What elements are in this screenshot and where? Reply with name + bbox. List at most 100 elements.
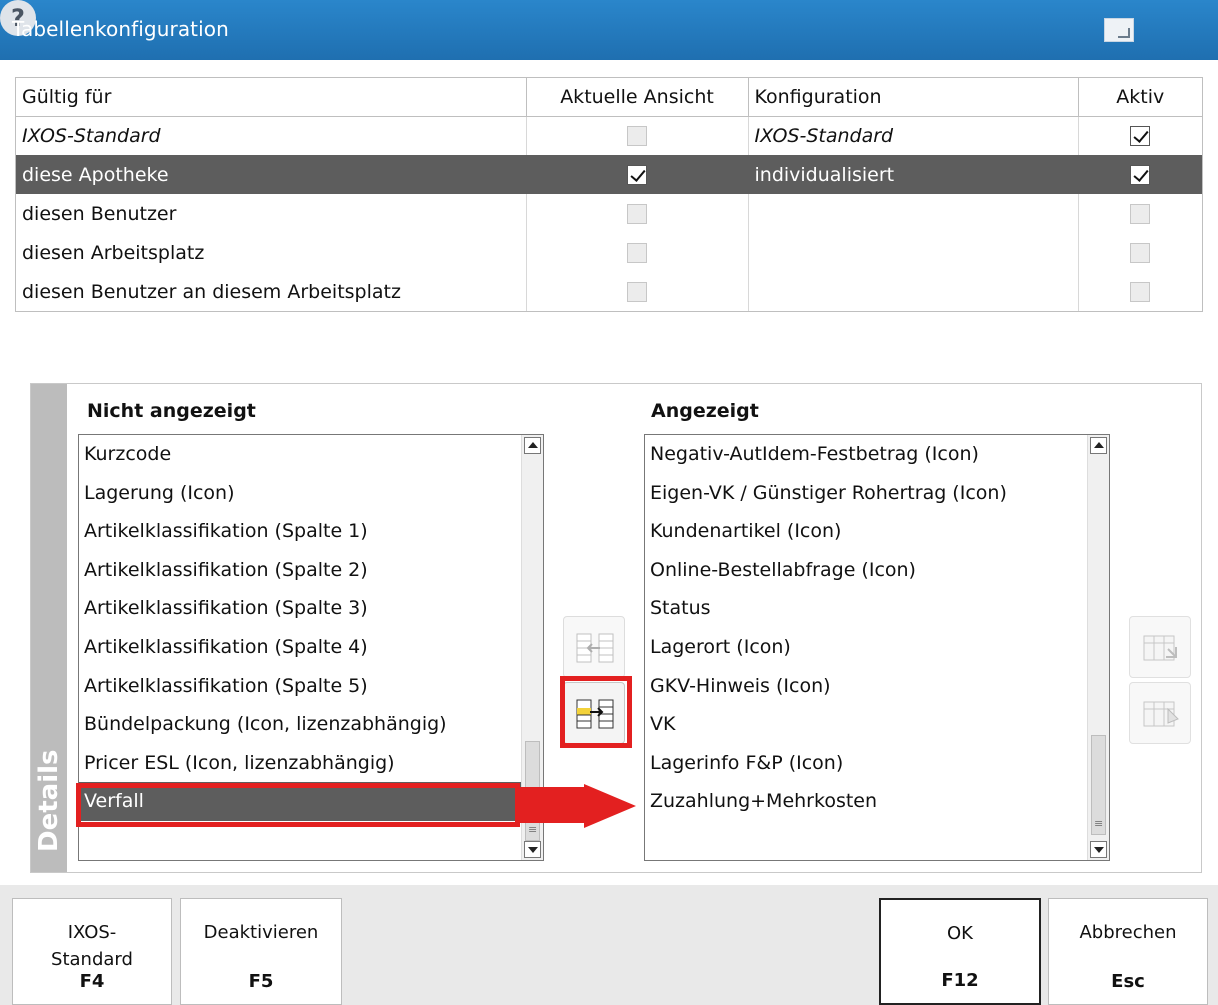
- footer-bar: IXOS- Standard F4 Deaktivieren F5 OK F12…: [0, 885, 1218, 1005]
- button-label: Abbrechen: [1079, 922, 1177, 943]
- annotation-arrow: [518, 787, 588, 823]
- shown-list[interactable]: Negativ-AutIdem-Festbetrag (Icon) Eigen-V…: [644, 434, 1110, 861]
- reset-order-button[interactable]: [1129, 616, 1191, 678]
- move-left-button[interactable]: [563, 616, 625, 678]
- row-scope: diesen Arbeitsplatz: [22, 241, 205, 264]
- scroll-up-icon[interactable]: [524, 437, 541, 454]
- not-shown-heading: Nicht angezeigt: [87, 400, 256, 422]
- scroll-thumb[interactable]: [1091, 735, 1106, 835]
- details-tab-label: Details: [34, 749, 64, 853]
- button-label: OK: [947, 923, 973, 944]
- table-cell: diesen Benutzer: [16, 194, 527, 233]
- table-cell: IXOS-Standard: [748, 116, 1079, 155]
- current-view-checkbox[interactable]: [627, 282, 647, 302]
- cancel-button[interactable]: Abbrechen Esc: [1048, 898, 1208, 1005]
- column-header-scope[interactable]: Gültig für: [16, 78, 527, 117]
- list-item[interactable]: Artikelklassifikation (Spalte 4): [79, 628, 543, 667]
- list-item[interactable]: Artikelklassifikation (Spalte 3): [79, 589, 543, 628]
- current-view-checkbox[interactable]: [627, 243, 647, 263]
- shown-heading: Angezeigt: [651, 400, 759, 422]
- table-cell: [526, 155, 749, 194]
- config-row[interactable]: IXOS-Standard IXOS-Standard: [16, 116, 1202, 155]
- table-cell: [526, 233, 749, 272]
- list-item[interactable]: Lagerort (Icon): [645, 628, 1109, 667]
- list-item[interactable]: Lagerung (Icon): [79, 474, 543, 513]
- active-checkbox[interactable]: [1130, 282, 1151, 302]
- config-row[interactable]: diese Apotheke individualisiert: [16, 155, 1202, 194]
- list-item[interactable]: Status: [645, 589, 1109, 628]
- list-item[interactable]: Kundenartikel (Icon): [645, 512, 1109, 551]
- row-configuration: IXOS-Standard: [754, 124, 894, 147]
- active-checkbox[interactable]: [1130, 165, 1151, 185]
- title-bar: Tabellenkonfiguration ?: [0, 0, 1218, 60]
- table-cell: [1078, 194, 1202, 233]
- config-row[interactable]: diesen Benutzer: [16, 194, 1202, 233]
- table-cell: [748, 272, 1079, 311]
- shortcut-key: F12: [941, 970, 979, 991]
- table-cell: [1078, 272, 1202, 311]
- move-left-icon: [576, 633, 614, 663]
- current-view-checkbox[interactable]: [627, 126, 647, 147]
- config-row[interactable]: diesen Arbeitsplatz: [16, 233, 1202, 272]
- table-cell: [1078, 155, 1202, 194]
- list-item[interactable]: Lagerinfo F&P (Icon): [645, 744, 1109, 783]
- current-view-checkbox[interactable]: [627, 204, 647, 224]
- edit-order-button[interactable]: [1129, 682, 1191, 744]
- table-cell: [748, 194, 1079, 233]
- list-item[interactable]: Zuzahlung+Mehrkosten: [645, 782, 1109, 821]
- window-title: Tabellenkonfiguration: [12, 17, 229, 41]
- shown-scrollbar[interactable]: [1087, 435, 1109, 860]
- shortcut-key: F5: [248, 971, 274, 992]
- scroll-down-icon[interactable]: [524, 841, 541, 858]
- column-header-configuration[interactable]: Konfiguration: [748, 78, 1079, 117]
- table-cell: IXOS-Standard: [16, 116, 527, 155]
- list-item[interactable]: Artikelklassifikation (Spalte 1): [79, 512, 543, 551]
- table-cell: diesen Arbeitsplatz: [16, 233, 527, 272]
- table-cell: diesen Benutzer an diesem Arbeitsplatz: [16, 272, 527, 311]
- active-checkbox[interactable]: [1130, 126, 1151, 147]
- ok-button[interactable]: OK F12: [879, 898, 1041, 1005]
- column-header-active[interactable]: Aktiv: [1078, 78, 1202, 117]
- reset-order-icon: [1143, 635, 1177, 661]
- row-scope: diesen Benutzer an diesem Arbeitsplatz: [22, 280, 401, 303]
- table-cell: [526, 272, 749, 311]
- active-checkbox[interactable]: [1130, 204, 1151, 224]
- row-scope: diese Apotheke: [22, 163, 169, 186]
- highlight-move-right: [560, 676, 632, 748]
- list-item[interactable]: Online-Bestellabfrage (Icon): [645, 551, 1109, 590]
- button-label: IXOS- Standard: [51, 922, 133, 970]
- active-checkbox[interactable]: [1130, 243, 1151, 263]
- list-item[interactable]: Negativ-AutIdem-Festbetrag (Icon): [645, 435, 1109, 474]
- row-scope: diesen Benutzer: [22, 202, 177, 225]
- list-item[interactable]: GKV-Hinweis (Icon): [645, 667, 1109, 706]
- shortcut-key: F4: [79, 971, 105, 992]
- highlight-verfall: [76, 783, 520, 827]
- annotation-arrow-head: [584, 784, 636, 828]
- deactivate-button[interactable]: Deaktivieren F5: [180, 898, 342, 1005]
- list-item[interactable]: Kurzcode: [79, 435, 543, 474]
- ixos-standard-button[interactable]: IXOS- Standard F4: [12, 898, 172, 1005]
- scroll-down-icon[interactable]: [1090, 841, 1107, 858]
- config-table: Gültig für Aktuelle Ansicht Konfiguratio…: [15, 77, 1203, 312]
- scroll-up-icon[interactable]: [1090, 437, 1107, 454]
- row-configuration: individualisiert: [754, 163, 895, 186]
- current-view-checkbox[interactable]: [627, 165, 647, 185]
- window-mode-icon[interactable]: [1104, 18, 1134, 42]
- config-row[interactable]: diesen Benutzer an diesem Arbeitsplatz: [16, 272, 1202, 311]
- list-item[interactable]: Artikelklassifikation (Spalte 5): [79, 667, 543, 706]
- row-scope: IXOS-Standard: [22, 124, 161, 147]
- edit-order-icon: [1143, 701, 1179, 727]
- list-item[interactable]: Pricer ESL (Icon, lizenzabhängig): [79, 744, 543, 783]
- table-cell: [748, 233, 1079, 272]
- table-cell: [526, 194, 749, 233]
- list-item[interactable]: Bündelpackung (Icon, lizenzabhängig): [79, 705, 543, 744]
- table-cell: diese Apotheke: [16, 155, 527, 194]
- table-cell: [1078, 233, 1202, 272]
- table-cell: individualisiert: [748, 155, 1079, 194]
- list-item[interactable]: Artikelklassifikation (Spalte 2): [79, 551, 543, 590]
- details-tab[interactable]: Details: [31, 384, 67, 872]
- list-item[interactable]: VK: [645, 705, 1109, 744]
- column-header-current-view[interactable]: Aktuelle Ansicht: [526, 78, 749, 117]
- list-item[interactable]: Eigen-VK / Günstiger Rohertrag (Icon): [645, 474, 1109, 513]
- table-cell: [1078, 116, 1202, 155]
